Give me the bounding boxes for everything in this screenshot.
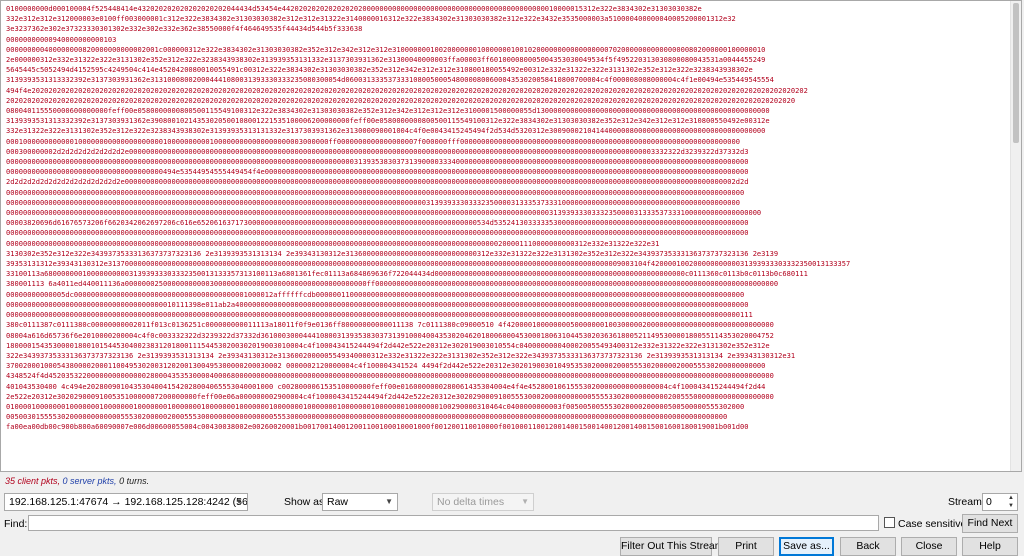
stream-options-row: 192.168.125.1:47674 → 192.168.125.128:42… [0,491,1024,513]
conversation-select[interactable]: 192.168.125.1:47674 → 192.168.125.128:42… [4,493,248,511]
vertical-scrollbar[interactable] [1010,1,1021,471]
back-button[interactable]: Back [840,537,896,556]
find-label: Find: [4,518,28,530]
show-as-select[interactable]: Raw ▼ [322,493,398,511]
scrollbar-thumb[interactable] [1013,3,1019,143]
chevron-down-icon: ▼ [385,497,393,506]
find-row: Find: Case sensitive Find Next [0,514,1024,534]
find-next-button[interactable]: Find Next [962,514,1018,533]
filter-out-stream-button[interactable]: Filter Out This Stream [620,537,724,556]
stream-content-pane[interactable]: 0100000000d000100004f525448414e432020202… [0,0,1022,472]
stream-raw-text[interactable]: 0100000000d000100004f525448414e432020202… [1,1,1021,433]
stream-number-spinbox[interactable]: 0 ▲ ▼ [982,493,1018,511]
save-as-button[interactable]: Save as... [779,537,834,556]
find-input[interactable] [28,515,879,531]
delta-times-value: No delta times [437,496,505,508]
conversation-value: 192.168.125.1:47674 → 192.168.125.128:42… [9,496,248,508]
stream-label: Stream [948,496,982,508]
case-sensitive-label: Case sensitive [898,518,967,530]
show-as-value: Raw [327,496,349,508]
print-button[interactable]: Print [718,537,774,556]
stream-number-value: 0 [986,496,992,508]
action-buttons-row: Filter Out This Stream Print Save as... … [0,536,1024,556]
case-sensitive-checkbox[interactable] [884,517,895,528]
chevron-down-icon: ▼ [235,497,243,506]
stream-status: 35 client pkts, 0 server pkts, 0 turns. [5,476,149,486]
close-button[interactable]: Close [901,537,957,556]
spin-arrows-icon[interactable]: ▲ ▼ [1006,494,1016,510]
turns-text: 0 turns. [116,476,150,486]
help-button[interactable]: Help [962,537,1018,556]
show-as-label: Show as [284,496,325,508]
client-pkts-text: 35 client pkts, [5,476,61,486]
server-pkts-text: 0 server pkts, [60,476,117,486]
chevron-down-icon: ▼ [521,497,529,506]
delta-times-select[interactable]: No delta times ▼ [432,493,534,511]
